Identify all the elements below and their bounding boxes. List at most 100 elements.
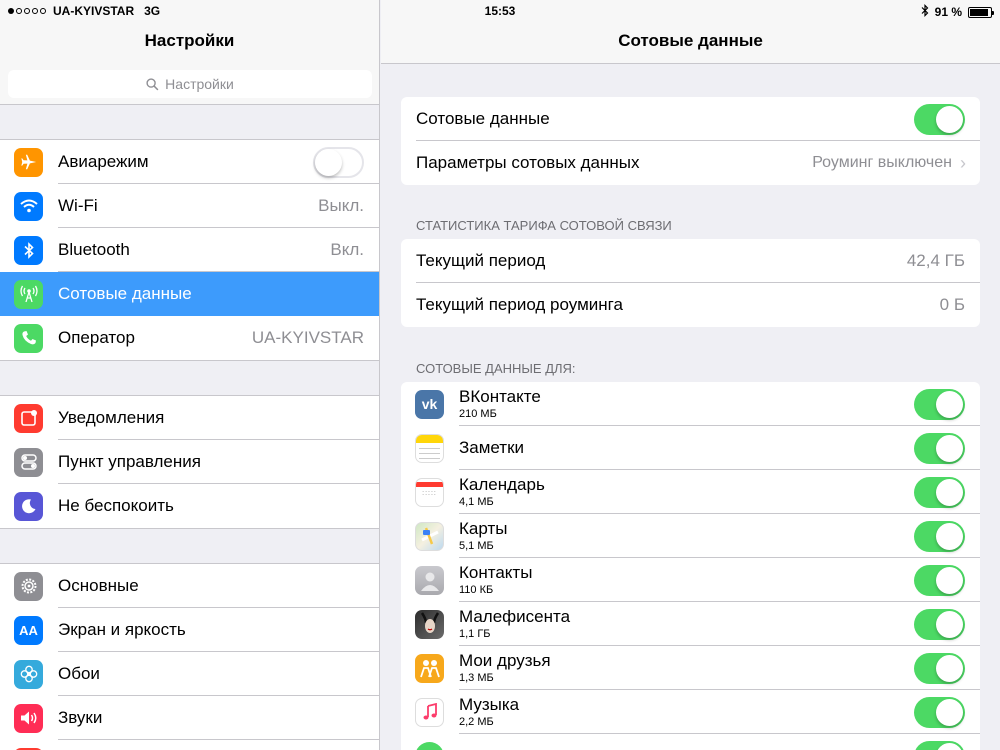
sidebar-item-do-not-disturb[interactable]: Не беспокоить	[0, 484, 379, 528]
battery-percent: 91 %	[934, 5, 962, 19]
stats-card: Текущий период 42,4 ГБ Текущий период ро…	[401, 239, 980, 327]
cellular-options-label: Параметры сотовых данных	[416, 153, 640, 172]
app-name: Календарь	[459, 475, 545, 494]
app-name: Карты	[459, 519, 508, 538]
app-row-partial	[401, 734, 980, 750]
stats-value: 42,4 ГБ	[906, 251, 965, 270]
app-name: Заметки	[459, 438, 525, 457]
sidebar-item-label: Wi-Fi	[58, 196, 98, 215]
app-name: Контакты	[459, 563, 533, 582]
sidebar-item-operator[interactable]: Оператор UA-KYIVSTAR	[0, 316, 379, 360]
app-cellular-toggle[interactable]	[914, 432, 965, 464]
app-name: Музыка	[459, 695, 520, 714]
sidebar-item-cellular[interactable]: Сотовые данные	[0, 272, 379, 316]
stats-row-roaming: Текущий период роуминга 0 Б	[401, 283, 980, 327]
sidebar-item-airplane[interactable]: Авиарежим	[0, 140, 379, 184]
app-cellular-toggle[interactable]	[914, 608, 965, 640]
app-cellular-toggle[interactable]	[914, 388, 965, 420]
sidebar-item-notifications[interactable]: Уведомления	[0, 396, 379, 440]
operator-name: UA-KYIVSTAR	[251, 328, 364, 347]
app-row-contacts: Контакты 110 КБ	[401, 558, 980, 602]
app-cellular-toggle[interactable]	[914, 740, 965, 750]
roaming-status: Роуминг выключен	[812, 154, 952, 171]
settings-sidebar: Настройки Настройки Авиарежим Wi-Fi Выкл…	[0, 0, 380, 750]
app-row-music: Музыка 2,2 МБ	[401, 690, 980, 734]
sidebar-item-label: Звуки	[58, 708, 103, 727]
sidebar-item-next[interactable]	[0, 740, 379, 750]
cellular-data-row: Сотовые данные	[401, 97, 980, 141]
app-data-size: 2,2 МБ	[459, 716, 494, 728]
sidebar-item-label: Не беспокоить	[58, 496, 174, 515]
sidebar-item-bluetooth[interactable]: Bluetooth Вкл.	[0, 228, 379, 272]
app-data-size: 5,1 МБ	[459, 540, 494, 552]
maps-icon	[415, 521, 444, 551]
contacts-icon	[415, 565, 444, 595]
status-bar: UA-KYIVSTAR 3G 15:53 91 %	[0, 0, 1000, 22]
cellular-data-label: Сотовые данные	[416, 109, 550, 128]
notifications-icon	[14, 403, 43, 433]
app-data-size: 4,1 МБ	[459, 496, 494, 508]
app-cellular-toggle[interactable]	[914, 564, 965, 596]
apps-section-header: СОТОВЫЕ ДАННЫЕ ДЛЯ:	[416, 361, 576, 376]
app-row-notes: Заметки	[401, 426, 980, 470]
stats-label: Текущий период роуминга	[416, 295, 623, 314]
sidebar-title: Настройки	[144, 31, 235, 50]
airplane-mode-toggle[interactable]	[313, 146, 364, 178]
sidebar-item-label: Оператор	[58, 328, 135, 347]
sidebar-item-label: Экран и яркость	[58, 620, 186, 639]
cellular-options-row[interactable]: Параметры сотовых данных Роуминг выключе…	[401, 141, 980, 185]
phone-icon	[14, 323, 43, 353]
bluetooth-icon	[14, 235, 43, 265]
stats-value: 0 Б	[939, 295, 965, 314]
sidebar-item-label: Авиарежим	[58, 152, 149, 171]
sidebar-item-display[interactable]: AA Экран и яркость	[0, 608, 379, 652]
wifi-icon	[14, 191, 43, 221]
app-row-vk: vk ВКонтакте 210 МБ	[401, 382, 980, 426]
app-cellular-toggle[interactable]	[914, 696, 965, 728]
airplane-icon	[14, 147, 43, 177]
chevron-right-icon: ›	[960, 152, 966, 173]
stats-row-current: Текущий период 42,4 ГБ	[401, 239, 980, 283]
app-row-maleficent: Малефисента 1,1 ГБ	[401, 602, 980, 646]
settings-group-notifications: Уведомления Пункт управления Не беспокои…	[0, 395, 379, 529]
notes-icon	[415, 433, 444, 463]
apps-card: vk ВКонтакте210 МБ Заметки ::::: Календа…	[401, 382, 980, 750]
cellular-data-toggle[interactable]	[914, 103, 965, 135]
app-data-size: 210 МБ	[459, 408, 497, 420]
sidebar-item-label: Обои	[58, 664, 100, 683]
sidebar-item-wifi[interactable]: Wi-Fi Выкл.	[0, 184, 379, 228]
cellular-detail-pane: Сотовые данные Сотовые данные Параметры …	[381, 0, 1000, 750]
sidebar-item-control-center[interactable]: Пункт управления	[0, 440, 379, 484]
app-cellular-toggle[interactable]	[914, 652, 965, 684]
status-time: 15:53	[484, 4, 516, 18]
sidebar-item-label: Уведомления	[58, 408, 165, 427]
search-placeholder: Настройки	[165, 76, 234, 92]
sidebar-item-label: Bluetooth	[58, 240, 130, 259]
music-icon	[415, 697, 444, 727]
wifi-status: Выкл.	[318, 196, 364, 215]
app-name: Малефисента	[459, 607, 571, 626]
calendar-icon: :::::	[415, 477, 444, 507]
vk-icon: vk	[415, 389, 444, 419]
sidebar-item-general[interactable]: Основные	[0, 564, 379, 608]
app-row-find-friends: Мои друзья 1,3 МБ	[401, 646, 980, 690]
page-title: Сотовые данные	[618, 31, 763, 50]
bluetooth-status-icon	[921, 4, 929, 20]
sidebar-item-sounds[interactable]: Звуки	[0, 696, 379, 740]
moon-icon	[14, 491, 43, 521]
search-input[interactable]: Настройки	[8, 70, 372, 98]
sidebar-item-wallpaper[interactable]: Обои	[0, 652, 379, 696]
sidebar-item-label: Пункт управления	[58, 452, 201, 471]
search-icon	[146, 77, 159, 90]
app-cellular-toggle[interactable]	[914, 476, 965, 508]
app-row-maps: Карты 5,1 МБ	[401, 514, 980, 558]
speaker-icon	[14, 703, 43, 733]
control-center-icon	[14, 447, 43, 477]
stats-label: Текущий период	[416, 251, 546, 270]
flower-icon	[14, 659, 43, 689]
find-friends-icon	[415, 653, 444, 683]
app-name: ВКонтакте	[459, 387, 541, 406]
app-row-calendar: ::::: Календарь4,1 МБ	[401, 470, 980, 514]
app-data-size: 1,3 МБ	[459, 672, 494, 684]
app-cellular-toggle[interactable]	[914, 520, 965, 552]
